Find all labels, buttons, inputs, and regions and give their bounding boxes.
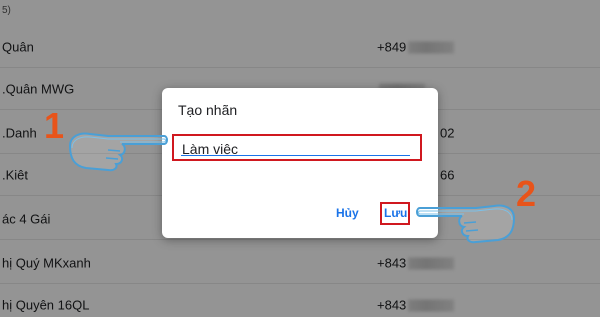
step-number-1: 1 — [44, 105, 65, 146]
pointing-hand-icon — [416, 204, 516, 244]
create-label-dialog: Tạo nhãn Làm việc Hủy Lưu — [162, 88, 438, 238]
save-button[interactable]: Lưu — [384, 206, 407, 220]
pointing-hand-icon — [68, 132, 168, 172]
label-name-input[interactable]: Làm việc — [172, 134, 422, 161]
screen: 5) Quân +849 .Quân MWG .Danh 02 .Kiêt 66… — [0, 0, 600, 317]
input-underline — [181, 155, 410, 156]
cancel-button[interactable]: Hủy — [336, 206, 359, 220]
dialog-title: Tạo nhãn — [178, 102, 238, 118]
